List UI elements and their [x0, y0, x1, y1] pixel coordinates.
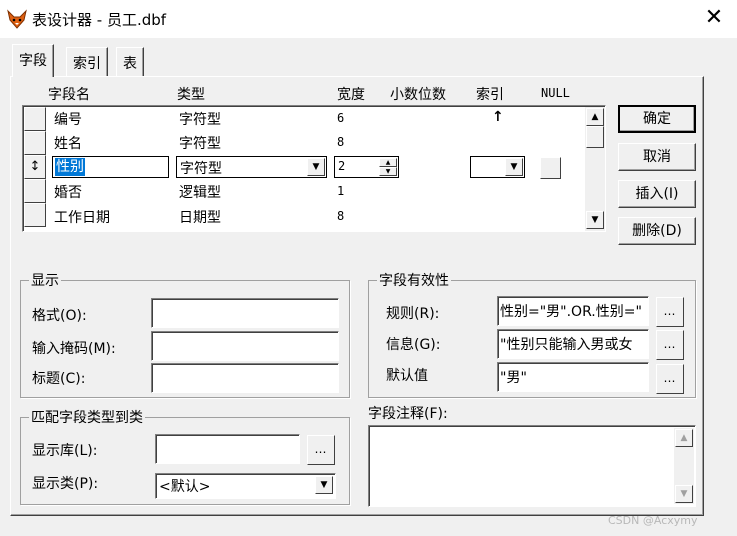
- field-name-cell[interactable]: 工作日期: [54, 207, 110, 227]
- grid-scrollbar[interactable]: ▲ ▼: [585, 107, 605, 231]
- window-title: 表设计器 - 员工.dbf: [32, 11, 167, 29]
- message-label: 信息(G):: [386, 337, 441, 353]
- close-button[interactable]: ✕: [700, 6, 728, 32]
- tab-table[interactable]: 表: [116, 47, 144, 77]
- column-header-decimals: 小数位数: [390, 87, 446, 103]
- column-header-type: 类型: [177, 87, 205, 103]
- field-index-select[interactable]: ▼: [470, 156, 525, 178]
- field-width-spinner[interactable]: 2 ▲ ▼: [334, 156, 399, 178]
- column-header-index: 索引: [476, 87, 504, 103]
- field-type-select[interactable]: 字符型 ▼: [176, 156, 327, 178]
- field-width-cell[interactable]: 1: [337, 184, 344, 198]
- field-width-value: 2: [338, 159, 346, 173]
- field-type-value: 字符型: [180, 161, 222, 177]
- field-comment-label: 字段注释(F):: [368, 406, 448, 422]
- field-type-cell[interactable]: 日期型: [179, 207, 221, 227]
- format-input[interactable]: [151, 298, 339, 328]
- rule-builder-button[interactable]: …: [656, 297, 684, 327]
- field-type-cell[interactable]: 字符型: [179, 109, 221, 129]
- field-type-cell[interactable]: 字符型: [179, 133, 221, 153]
- ok-button[interactable]: 确定: [618, 105, 696, 133]
- null-toggle-button[interactable]: [540, 157, 561, 179]
- column-header-width: 宽度: [337, 87, 365, 103]
- current-row-marker[interactable]: ↕: [24, 155, 46, 179]
- spin-down-icon[interactable]: ▼: [379, 167, 397, 176]
- cancel-button[interactable]: 取消: [618, 143, 696, 171]
- watermark-text: CSDN @Acxymy: [608, 514, 698, 527]
- scroll-up-icon[interactable]: ▲: [675, 429, 693, 447]
- scroll-up-icon[interactable]: ▲: [586, 108, 604, 126]
- message-builder-button[interactable]: …: [656, 330, 684, 360]
- row-selector[interactable]: [24, 107, 46, 131]
- tab-label: 字段: [19, 53, 47, 69]
- caption-input[interactable]: [151, 363, 339, 393]
- scroll-down-icon[interactable]: ▼: [675, 485, 693, 503]
- message-input[interactable]: "性别只能输入男或女: [497, 329, 649, 359]
- rule-input[interactable]: 性别="男".OR.性别=": [497, 296, 649, 326]
- chevron-down-icon[interactable]: ▼: [505, 158, 523, 176]
- default-value-builder-button[interactable]: …: [656, 364, 684, 394]
- spin-up-icon[interactable]: ▲: [379, 158, 397, 167]
- display-class-select[interactable]: <默认> ▼: [155, 473, 336, 499]
- format-label: 格式(O):: [32, 308, 87, 324]
- scroll-down-icon[interactable]: ▼: [586, 211, 604, 229]
- column-header-null: NULL: [541, 86, 570, 100]
- delete-button[interactable]: 删除(D): [618, 217, 696, 245]
- display-class-label: 显示类(P):: [32, 476, 99, 492]
- column-header-name: 字段名: [48, 87, 90, 103]
- comment-scrollbar[interactable]: ▲ ▼: [674, 428, 694, 504]
- title-bar: 表设计器 - 员工.dbf ✕: [0, 0, 737, 38]
- field-comment-textarea[interactable]: [368, 425, 696, 507]
- row-selector[interactable]: [24, 203, 46, 227]
- group-title: 匹配字段类型到类: [29, 407, 145, 427]
- input-mask-label: 输入掩码(M):: [32, 341, 116, 357]
- field-name-selected-text: 性别: [55, 158, 85, 176]
- field-name-input[interactable]: 性别: [52, 156, 169, 178]
- chevron-down-icon[interactable]: ▼: [315, 476, 333, 494]
- chevron-down-icon[interactable]: ▼: [307, 158, 325, 176]
- tab-label: 表: [123, 56, 137, 72]
- input-mask-input[interactable]: [151, 331, 339, 361]
- field-name-cell[interactable]: 姓名: [54, 133, 82, 153]
- caption-label: 标题(C):: [32, 371, 86, 387]
- display-class-value: <默认>: [159, 479, 211, 495]
- group-title: 字段有效性: [377, 270, 451, 290]
- field-name-cell[interactable]: 编号: [54, 109, 82, 129]
- display-library-label: 显示库(L):: [32, 443, 98, 459]
- field-name-cell[interactable]: 婚否: [54, 182, 82, 202]
- row-selector[interactable]: [24, 131, 46, 155]
- index-ascending-icon[interactable]: ↑: [492, 109, 504, 125]
- field-width-cell[interactable]: 6: [337, 111, 344, 125]
- tab-index[interactable]: 索引: [66, 47, 108, 77]
- group-title: 显示: [29, 270, 61, 290]
- row-selector[interactable]: [24, 179, 46, 203]
- tab-label: 索引: [73, 56, 101, 72]
- field-width-cell[interactable]: 8: [337, 209, 344, 223]
- rule-label: 规则(R):: [386, 306, 440, 322]
- tab-fields[interactable]: 字段: [12, 44, 54, 77]
- default-value-label: 默认值: [386, 368, 428, 384]
- fields-grid: 编号 字符型 6 ↑ 姓名 字符型 8 ↕ 性别 字符型 ▼ 2 ▲ ▼ ▼ 婚…: [22, 105, 606, 232]
- default-value-input[interactable]: "男": [497, 362, 649, 392]
- field-type-cell[interactable]: 逻辑型: [179, 182, 221, 202]
- browse-library-button[interactable]: …: [307, 435, 335, 465]
- field-width-cell[interactable]: 8: [337, 135, 344, 149]
- foxpro-fox-icon: [7, 9, 27, 29]
- scroll-thumb[interactable]: [586, 126, 604, 148]
- insert-button[interactable]: 插入(I): [618, 180, 696, 208]
- display-library-input[interactable]: [155, 434, 300, 464]
